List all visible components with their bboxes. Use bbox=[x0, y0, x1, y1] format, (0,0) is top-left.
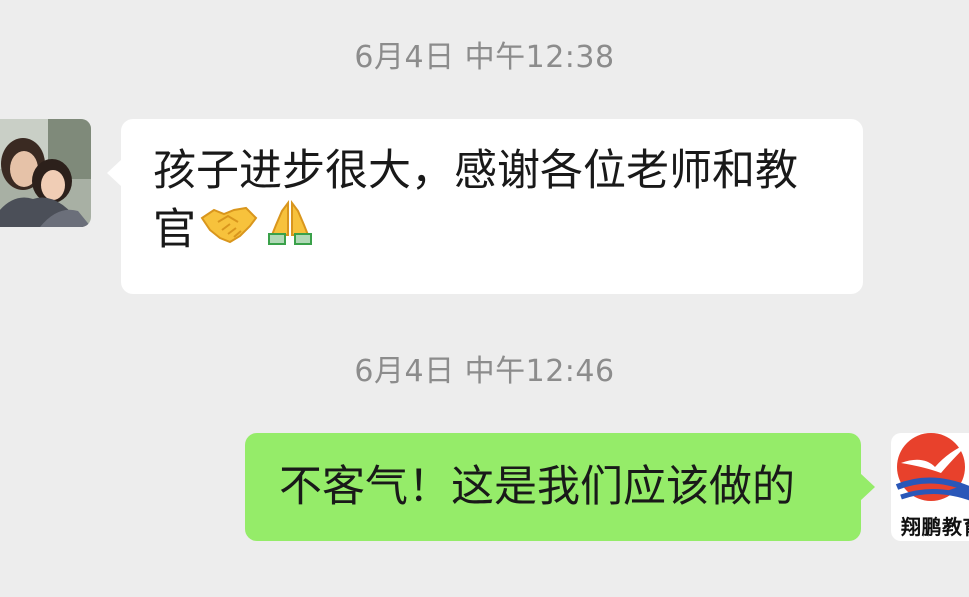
avatar-photo bbox=[0, 119, 91, 227]
message-text-line: 孩子进步很大，感谢各位老师和教 bbox=[153, 146, 798, 196]
message-text: 不客气！这是我们应该做的 bbox=[279, 462, 795, 512]
chat-window: 6月4日 中午12:38 孩子进步很大，感谢各位老师和教 官 6月4日 中午12… bbox=[0, 0, 969, 597]
own-avatar[interactable]: 翔鹏教育 bbox=[891, 433, 969, 541]
message-timestamp: 6月4日 中午12:46 bbox=[354, 354, 615, 389]
xiangpeng-logo-icon bbox=[895, 433, 969, 501]
incoming-message-bubble[interactable]: 孩子进步很大，感谢各位老师和教 官 bbox=[107, 119, 863, 294]
outgoing-message-bubble[interactable]: 不客气！这是我们应该做的 bbox=[245, 433, 875, 541]
message-timestamp: 6月4日 中午12:38 bbox=[354, 40, 615, 75]
handshake-emoji-icon bbox=[200, 202, 258, 258]
message-text-line: 官 bbox=[153, 199, 835, 261]
sender-avatar[interactable] bbox=[0, 119, 91, 227]
logo-caption: 翔鹏教育 bbox=[901, 515, 969, 539]
folded-hands-emoji-icon bbox=[262, 199, 318, 261]
message-text-fragment: 官 bbox=[153, 205, 196, 255]
